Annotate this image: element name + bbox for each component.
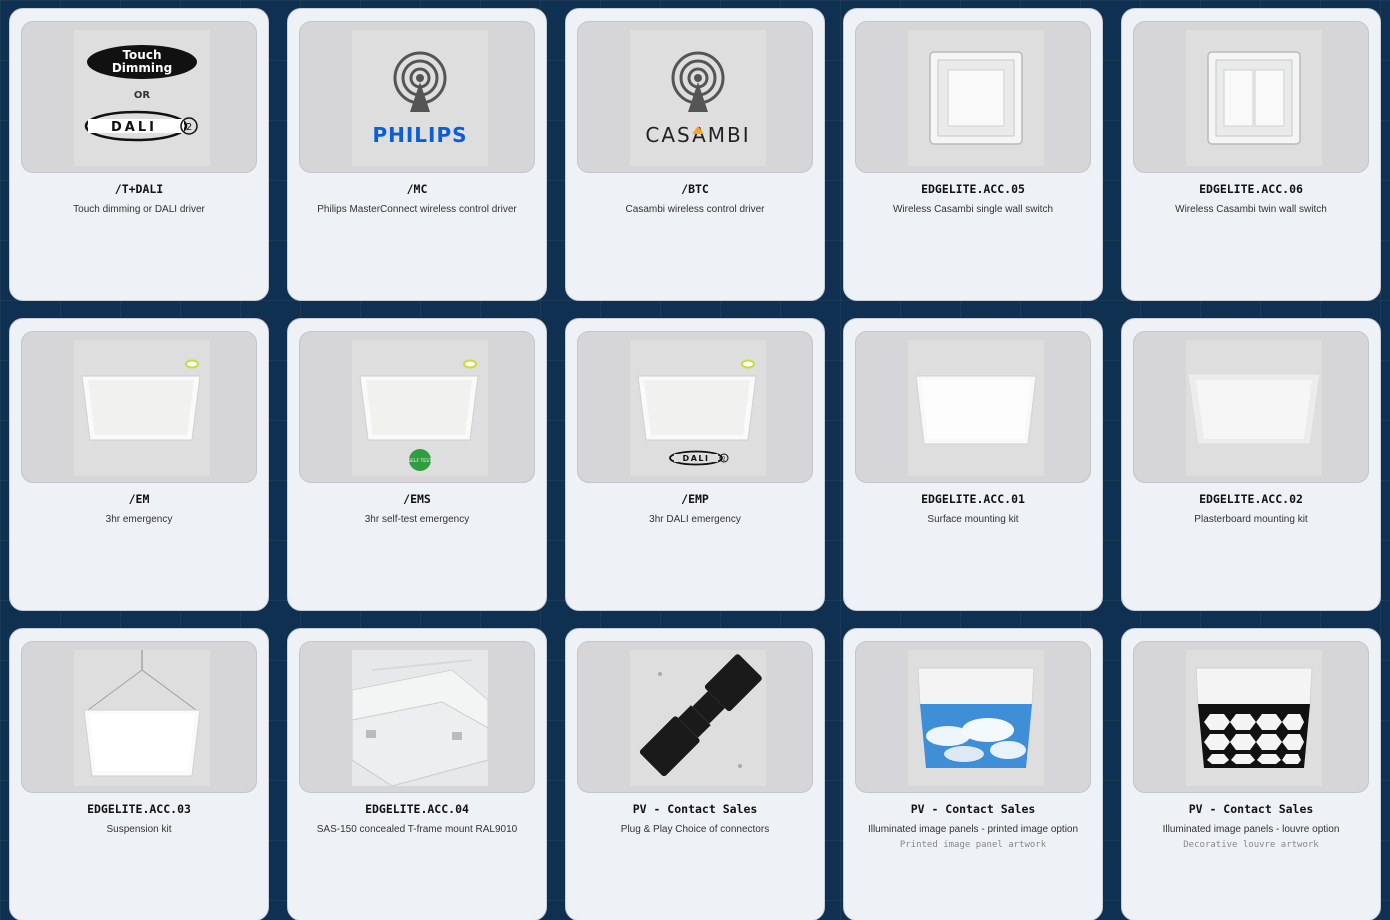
touch-dimming-dali-logo: Touch Dimming OR DALI 2 <box>74 30 210 166</box>
product-card[interactable]: PV - Contact Sales Illuminated image pan… <box>1121 628 1381 920</box>
svg-text:PHILIPS: PHILIPS <box>372 123 467 147</box>
plasterboard-panel <box>1186 340 1322 476</box>
product-code: PV - Contact Sales <box>632 802 758 816</box>
product-code: PV - Contact Sales <box>910 802 1036 816</box>
product-code: EDGELITE.ACC.01 <box>921 492 1025 506</box>
product-description: Plug & Play Choice of connectors <box>620 824 770 835</box>
product-code: /EM <box>128 492 150 506</box>
product-note: Decorative louvre artwork <box>1183 840 1319 850</box>
product-code: /EMS <box>403 492 431 506</box>
product-description: 3hr DALI emergency <box>649 514 741 525</box>
product-card[interactable]: PHILIPS /MC Philips MasterConnect wirele… <box>287 8 547 301</box>
product-thumbnail <box>855 21 1091 173</box>
product-card[interactable]: EDGELITE.ACC.04 SAS-150 concealed T-fram… <box>287 628 547 920</box>
product-card[interactable]: SELF TEST /EMS 3hr self-test emergency <box>287 318 547 611</box>
product-description: 3hr emergency <box>105 514 173 525</box>
product-card[interactable]: EDGELITE.ACC.06 Wireless Casambi twin wa… <box>1121 8 1381 301</box>
single-wall-switch <box>908 30 1044 166</box>
panel-self-test: SELF TEST <box>352 340 488 476</box>
panel-dali-emergency: DALI 2 <box>630 340 766 476</box>
svg-text:DALI: DALI <box>111 120 157 135</box>
product-description: Illuminated image panels - printed image… <box>867 824 1079 835</box>
surface-mount-panel <box>908 340 1044 476</box>
product-description: 3hr self-test emergency <box>364 514 470 525</box>
casambi-wireless-logo: CASAMBI <box>630 30 766 166</box>
suspension-panel <box>74 650 210 786</box>
product-description: Casambi wireless control driver <box>625 204 765 215</box>
printed-sky-panel <box>908 650 1044 786</box>
svg-text:2: 2 <box>186 122 192 133</box>
svg-text:Dimming: Dimming <box>112 61 172 75</box>
product-note: Printed image panel artwork <box>899 840 1047 850</box>
product-thumbnail <box>855 331 1091 483</box>
product-thumbnail <box>21 331 257 483</box>
product-card[interactable]: CASAMBI /BTC Casambi wireless control dr… <box>565 8 825 301</box>
product-description: Wireless Casambi twin wall switch <box>1175 204 1327 215</box>
louvre-panel <box>1186 650 1322 786</box>
product-card[interactable]: EDGELITE.ACC.03 Suspension kit <box>9 628 269 920</box>
product-card[interactable]: EDGELITE.ACC.05 Wireless Casambi single … <box>843 8 1103 301</box>
philips-wireless-logo: PHILIPS <box>352 30 488 166</box>
product-code: PV - Contact Sales <box>1188 802 1314 816</box>
product-description: SAS-150 concealed T-frame mount RAL9010 <box>316 824 518 835</box>
product-code: EDGELITE.ACC.02 <box>1199 492 1303 506</box>
product-code: /MC <box>406 182 428 196</box>
panel-emergency <box>74 340 210 476</box>
product-card[interactable]: DALI 2 /EMP 3hr DALI emergency <box>565 318 825 611</box>
product-description: Illuminated image panels - louvre option <box>1162 824 1340 835</box>
product-thumbnail: SELF TEST <box>299 331 535 483</box>
product-thumbnail: DALI 2 <box>577 331 813 483</box>
product-description: Suspension kit <box>106 824 172 835</box>
product-thumbnail: Touch Dimming OR DALI 2 <box>21 21 257 173</box>
product-code: EDGELITE.ACC.04 <box>365 802 469 816</box>
product-thumbnail: PHILIPS <box>299 21 535 173</box>
t-frame-mount <box>352 650 488 786</box>
product-thumbnail <box>21 641 257 793</box>
product-thumbnail <box>299 641 535 793</box>
svg-text:OR: OR <box>134 90 151 101</box>
product-description: Philips MasterConnect wireless control d… <box>317 204 517 215</box>
product-description: Touch dimming or DALI driver <box>73 204 205 215</box>
svg-text:DALI: DALI <box>683 454 710 463</box>
product-code: EDGELITE.ACC.06 <box>1199 182 1303 196</box>
product-code: EDGELITE.ACC.03 <box>87 802 191 816</box>
product-card[interactable]: PV - Contact Sales Plug & Play Choice of… <box>565 628 825 920</box>
product-description: Plasterboard mounting kit <box>1194 514 1308 525</box>
product-thumbnail <box>1133 21 1369 173</box>
product-thumbnail: CASAMBI <box>577 21 813 173</box>
twin-wall-switch <box>1186 30 1322 166</box>
product-code: EDGELITE.ACC.05 <box>921 182 1025 196</box>
product-thumbnail <box>577 641 813 793</box>
svg-text:Touch: Touch <box>122 48 161 62</box>
product-card[interactable]: Touch Dimming OR DALI 2 /T+DALI Touch di… <box>9 8 269 301</box>
product-card[interactable]: EDGELITE.ACC.01 Surface mounting kit <box>843 318 1103 611</box>
product-code: /BTC <box>681 182 709 196</box>
product-thumbnail <box>1133 641 1369 793</box>
product-code: /T+DALI <box>114 182 164 196</box>
product-code: /EMP <box>681 492 709 506</box>
product-thumbnail <box>1133 331 1369 483</box>
product-description: Wireless Casambi single wall switch <box>892 204 1054 215</box>
product-card[interactable]: /EM 3hr emergency <box>9 318 269 611</box>
svg-text:SELF TEST: SELF TEST <box>408 458 432 464</box>
product-card[interactable]: PV - Contact Sales Illuminated image pan… <box>843 628 1103 920</box>
product-description: Surface mounting kit <box>927 514 1019 525</box>
product-thumbnail <box>855 641 1091 793</box>
plug-connector <box>630 650 766 786</box>
svg-text:2: 2 <box>722 457 725 463</box>
product-card[interactable]: EDGELITE.ACC.02 Plasterboard mounting ki… <box>1121 318 1381 611</box>
